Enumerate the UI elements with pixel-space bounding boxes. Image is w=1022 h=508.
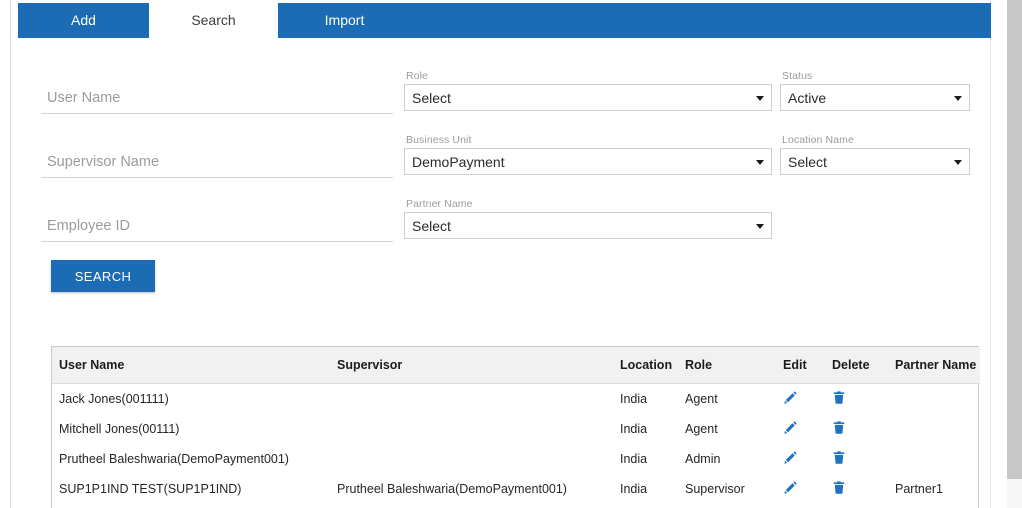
user-name-group: [41, 88, 393, 114]
cell-delete: [832, 384, 895, 415]
chevron-down-icon: [756, 224, 764, 229]
column-header-delete: Delete: [832, 347, 895, 384]
cell-edit: [783, 414, 832, 444]
table-row: Jack Jones(001111) India Agent: [52, 384, 980, 415]
cell-location: India: [620, 422, 648, 436]
cell-edit: [783, 474, 832, 504]
table-row: SUP1P1IND TEST(SUP1P1IND) Prutheel Bales…: [52, 474, 980, 504]
employee-id-group: [41, 216, 393, 242]
search-form: Role Select Business Unit DemoPayment Pa…: [11, 38, 990, 303]
vertical-scrollbar-thumb[interactable]: [1007, 0, 1022, 479]
business-unit-group: Business Unit DemoPayment: [404, 134, 772, 175]
delete-trash-icon[interactable]: [832, 391, 846, 408]
chevron-down-icon: [954, 160, 962, 165]
tab-search[interactable]: Search: [149, 3, 278, 38]
cell-edit: [783, 384, 832, 415]
table-header-row: User Name Supervisor Location Role Edit …: [52, 347, 980, 384]
cell-partner-name: [895, 444, 980, 474]
user-name-input[interactable]: [41, 88, 393, 114]
cell-location: India: [620, 392, 648, 406]
location-name-group: Location Name Select: [780, 134, 970, 175]
cell-role: Supervisor: [685, 482, 745, 496]
cell-user-name: Prutheel Baleshwaria(DemoPayment001): [59, 452, 289, 466]
column-header-location[interactable]: Location: [620, 347, 685, 384]
tab-add[interactable]: Add: [18, 3, 149, 38]
table-row: Prutheel Baleshwaria(DemoPayment001) Ind…: [52, 444, 980, 474]
pagination-row: 1 2: [52, 504, 980, 508]
status-select[interactable]: Active: [780, 84, 970, 111]
column-header-edit: Edit: [783, 347, 832, 384]
chevron-down-icon: [756, 160, 764, 165]
status-group: Status Active: [780, 70, 970, 111]
cell-role: Admin: [685, 452, 721, 466]
cell-role: Agent: [685, 422, 718, 436]
edit-pencil-icon[interactable]: [783, 451, 798, 468]
cell-partner-name: Partner1: [895, 482, 943, 496]
delete-trash-icon[interactable]: [832, 451, 846, 468]
column-header-user-name[interactable]: User Name: [52, 347, 337, 384]
cell-supervisor: Prutheel Baleshwaria(DemoPayment001): [337, 482, 567, 496]
business-unit-select-value: DemoPayment: [412, 154, 505, 170]
role-select-value: Select: [412, 90, 451, 106]
role-label: Role: [406, 70, 428, 82]
cell-delete: [832, 414, 895, 444]
column-header-supervisor[interactable]: Supervisor: [337, 347, 620, 384]
cell-location: India: [620, 482, 648, 496]
status-select-value: Active: [788, 90, 827, 106]
cell-supervisor: [337, 444, 620, 474]
edit-pencil-icon[interactable]: [783, 391, 798, 408]
partner-name-select-value: Select: [412, 218, 451, 234]
page-card: Add Search Import Role Select: [10, 0, 991, 508]
results-table-container: User Name Supervisor Location Role Edit …: [51, 346, 980, 508]
cell-supervisor: [337, 384, 620, 415]
cell-role: Agent: [685, 392, 718, 406]
tab-bar: Add Search Import: [18, 3, 991, 38]
search-button[interactable]: SEARCH: [51, 260, 155, 292]
tab-import[interactable]: Import: [278, 3, 411, 38]
cell-user-name: SUP1P1IND TEST(SUP1P1IND): [59, 482, 242, 496]
partner-name-group: Partner Name Select: [404, 198, 772, 239]
cell-partner-name: [895, 414, 980, 444]
cell-user-name: Mitchell Jones(00111): [59, 422, 180, 436]
cell-delete: [832, 474, 895, 504]
column-header-role[interactable]: Role: [685, 347, 783, 384]
column-header-partner-name[interactable]: Partner Name: [895, 347, 980, 384]
partner-name-select[interactable]: Select: [404, 212, 772, 239]
cell-user-name: Jack Jones(001111): [59, 392, 169, 406]
supervisor-name-group: [41, 152, 393, 178]
pagination-cell: 1 2: [52, 504, 980, 508]
results-table-body: Jack Jones(001111) India Agent Mitchell …: [52, 384, 980, 508]
partner-name-label: Partner Name: [406, 198, 473, 210]
edit-pencil-icon[interactable]: [783, 481, 798, 498]
cell-location: India: [620, 452, 648, 466]
business-unit-label: Business Unit: [406, 134, 472, 146]
vertical-scrollbar-track[interactable]: [1007, 0, 1022, 508]
cell-supervisor: [337, 414, 620, 444]
chevron-down-icon: [756, 96, 764, 101]
role-select[interactable]: Select: [404, 84, 772, 111]
cell-partner-name: [895, 384, 980, 415]
delete-trash-icon[interactable]: [832, 481, 846, 498]
results-table-head: User Name Supervisor Location Role Edit …: [52, 347, 980, 384]
role-group: Role Select: [404, 70, 772, 111]
chevron-down-icon: [954, 96, 962, 101]
cell-edit: [783, 444, 832, 474]
location-name-select[interactable]: Select: [780, 148, 970, 175]
location-name-select-value: Select: [788, 154, 827, 170]
supervisor-name-input[interactable]: [41, 152, 393, 178]
business-unit-select[interactable]: DemoPayment: [404, 148, 772, 175]
delete-trash-icon[interactable]: [832, 421, 846, 438]
cell-delete: [832, 444, 895, 474]
app-screen: Add Search Import Role Select: [0, 0, 1022, 508]
table-row: Mitchell Jones(00111) India Agent: [52, 414, 980, 444]
edit-pencil-icon[interactable]: [783, 421, 798, 438]
employee-id-input[interactable]: [41, 216, 393, 242]
status-label: Status: [782, 70, 813, 82]
location-name-label: Location Name: [782, 134, 854, 146]
results-table: User Name Supervisor Location Role Edit …: [52, 347, 980, 508]
